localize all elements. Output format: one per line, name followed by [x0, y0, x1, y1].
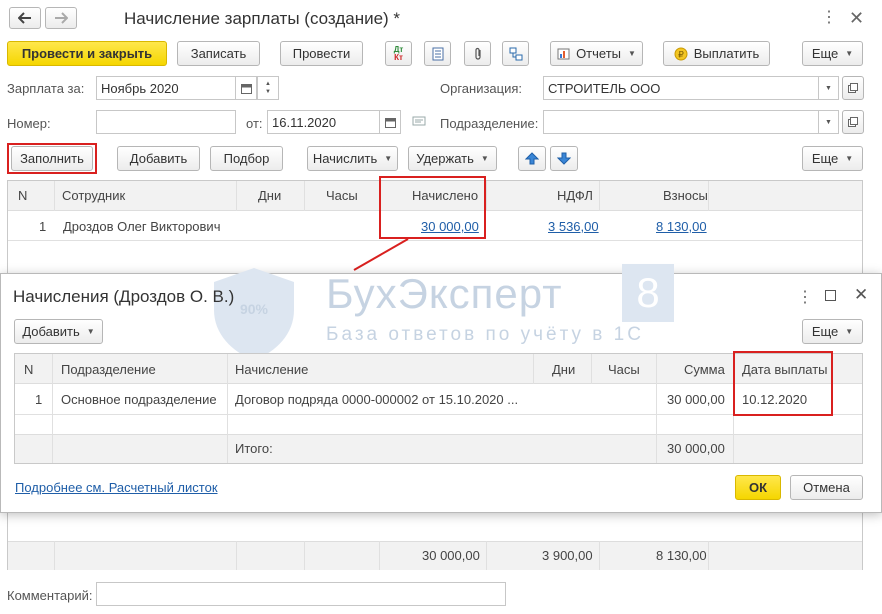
paydate-highlight	[733, 351, 833, 416]
dlg-total-sum: 30 000,00	[667, 441, 725, 456]
svg-text:90%: 90%	[240, 301, 269, 317]
watermark-digit: 8	[636, 269, 660, 316]
dlg-col-division: Подразделение	[61, 362, 156, 377]
dialog-more-button[interactable]: Еще ▼	[802, 319, 863, 344]
watermark-digit-box: 8	[622, 264, 674, 322]
shield-logo-icon: 90%	[214, 268, 294, 360]
dialog-kebab-icon[interactable]: ⋮	[797, 287, 813, 307]
dlg-col-sum: Сумма	[684, 362, 725, 377]
maximize-icon[interactable]	[825, 290, 836, 301]
dlg-row-n: 1	[35, 392, 43, 407]
dlg-row-accrual: Договор подряда 0000-000002 от 15.10.202…	[235, 392, 519, 407]
accruals-table-footer	[15, 434, 862, 463]
dlg-total-label: Итого:	[235, 441, 273, 456]
dlg-row-sum: 30 000,00	[667, 392, 725, 407]
cancel-button[interactable]: Отмена	[790, 475, 863, 500]
dlg-col-accrual: Начисление	[235, 362, 309, 377]
dropdown-arrow-icon: ▼	[845, 327, 854, 336]
dlg-col-days: Дни	[552, 362, 576, 377]
accruals-dialog: 90% БухЭксперт 8 База ответов по учёту в…	[0, 264, 882, 513]
dlg-col-hours: Часы	[608, 362, 640, 377]
dialog-title: Начисления (Дроздов О. В.)	[13, 287, 235, 306]
payslip-link[interactable]: Подробнее см. Расчетный листок	[15, 480, 218, 495]
watermark-tagline: База ответов по учёту в 1С	[326, 324, 644, 345]
dialog-add-label: Добавить	[22, 324, 80, 339]
dialog-add-button[interactable]: Добавить ▼	[14, 319, 103, 344]
watermark-brand: БухЭксперт	[326, 270, 563, 317]
dialog-close-icon[interactable]: ✕	[854, 285, 868, 305]
dialog-more-label: Еще	[811, 324, 839, 339]
ok-button[interactable]: ОК	[735, 475, 781, 500]
dropdown-arrow-icon: ▼	[86, 327, 95, 336]
dlg-row-division: Основное подразделение	[61, 392, 217, 407]
dlg-col-n: N	[24, 362, 34, 377]
